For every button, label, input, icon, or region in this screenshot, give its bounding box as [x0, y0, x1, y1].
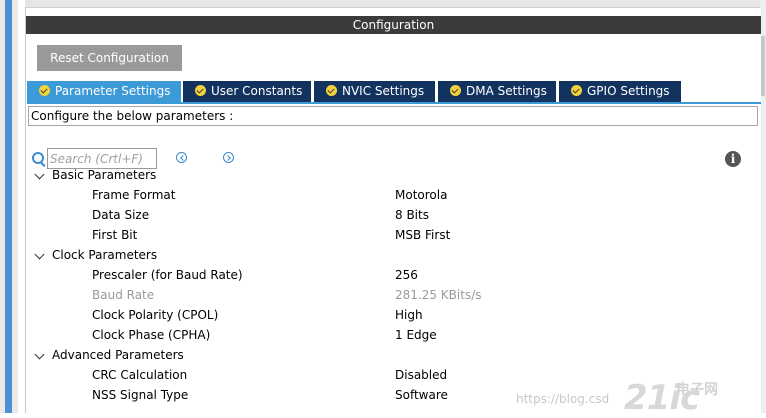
reset-configuration-button[interactable]: Reset Configuration	[37, 45, 182, 71]
param-name[interactable]: Prescaler (for Baud Rate)	[92, 265, 243, 285]
param-value[interactable]: 8 Bits	[395, 205, 429, 225]
group-advanced-parameters[interactable]: Advanced Parameters	[34, 345, 184, 365]
chevron-down-icon[interactable]	[34, 169, 45, 180]
param-value: 281.25 KBits/s	[395, 288, 482, 302]
search-icon[interactable]	[32, 152, 44, 164]
settings-tabs: Parameter Settings User Constants NVIC S…	[27, 81, 761, 102]
top-divider	[25, 0, 760, 8]
left-panel-scroll-thumb[interactable]	[5, 0, 12, 413]
tab-dma-settings[interactable]: DMA Settings	[438, 81, 556, 102]
param-name[interactable]: Clock Polarity (CPOL)	[92, 305, 218, 325]
group-clock-parameters[interactable]: Clock Parameters	[34, 245, 157, 265]
chevron-left-icon[interactable]	[176, 152, 187, 163]
tab-user-constants[interactable]: User Constants	[183, 81, 311, 102]
tab-label: DMA Settings	[466, 84, 547, 98]
chevron-down-icon[interactable]	[34, 249, 45, 260]
check-icon	[571, 85, 582, 96]
tab-label: Parameter Settings	[55, 84, 171, 98]
chevron-right-icon[interactable]	[223, 152, 234, 163]
right-scroll-thumb[interactable]	[761, 36, 765, 96]
param-value[interactable]: Motorola	[395, 185, 447, 205]
watermark-url: https://blog.csd	[516, 392, 610, 406]
group-label: Basic Parameters	[52, 168, 157, 182]
left-panel-scrollbar[interactable]	[0, 0, 18, 413]
check-icon	[450, 85, 461, 96]
tab-label: GPIO Settings	[587, 84, 670, 98]
param-name[interactable]: CRC Calculation	[92, 365, 187, 385]
tab-nvic-settings[interactable]: NVIC Settings	[314, 81, 435, 102]
param-name: Baud Rate	[92, 288, 155, 302]
tab-gpio-settings[interactable]: GPIO Settings	[559, 81, 681, 102]
param-name[interactable]: First Bit	[92, 225, 137, 245]
check-icon	[195, 85, 206, 96]
tab-parameter-settings[interactable]: Parameter Settings	[27, 81, 181, 102]
config-prompt: Configure the below parameters :	[28, 106, 758, 126]
info-icon[interactable]: i	[725, 151, 741, 167]
param-value[interactable]: 1 Edge	[395, 325, 437, 345]
param-name[interactable]: Data Size	[92, 205, 149, 225]
tab-label: NVIC Settings	[342, 84, 425, 98]
check-icon	[39, 85, 50, 96]
param-name[interactable]: NSS Signal Type	[92, 385, 188, 405]
check-icon	[326, 85, 337, 96]
param-name[interactable]: Clock Phase (CPHA)	[92, 325, 210, 345]
panel-title: Configuration	[26, 16, 761, 34]
watermark: https://blog.csd 21ic 电子网	[516, 378, 761, 418]
group-basic-parameters[interactable]: Basic Parameters	[34, 165, 156, 185]
param-value[interactable]: Disabled	[395, 365, 447, 385]
watermark-cn: 电子网	[676, 382, 718, 398]
group-label: Clock Parameters	[52, 248, 158, 262]
tabs-underline	[27, 102, 761, 104]
tab-label: User Constants	[211, 84, 303, 98]
param-value[interactable]: 256	[395, 265, 418, 285]
group-label: Advanced Parameters	[52, 348, 184, 362]
param-name[interactable]: Frame Format	[92, 185, 176, 205]
chevron-down-icon[interactable]	[34, 349, 45, 360]
configuration-panel: Configuration Reset Configuration Parame…	[25, 8, 761, 418]
param-value[interactable]: Software	[395, 385, 448, 405]
param-value[interactable]: High	[395, 305, 423, 325]
param-value[interactable]: MSB First	[395, 225, 450, 245]
